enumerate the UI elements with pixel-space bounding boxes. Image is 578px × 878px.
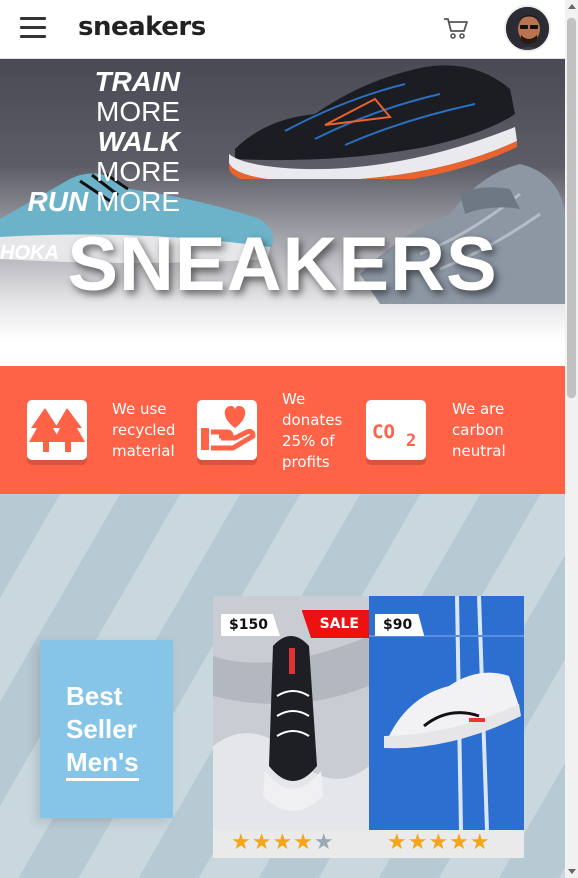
value-text-line: recycled bbox=[112, 421, 176, 439]
value-recycled: We use recycled material bbox=[26, 366, 196, 494]
product-ratings-bar: ★★★★★ ★★★★★ bbox=[213, 830, 524, 858]
value-carbon: CO 2 We are carbon neutral bbox=[366, 366, 546, 494]
star-rating-product-1: ★★★★★ bbox=[231, 830, 335, 855]
hero-banner: HOKA TRAIN MORE WALK MORE RUN MORE SNEAK… bbox=[0, 59, 565, 366]
tagline-line-3: RUN MORE bbox=[27, 186, 180, 217]
hero-tagline: TRAIN MORE WALK MORE RUN MORE bbox=[6, 67, 180, 217]
best-seller-section: Best Seller Men's $150 SALE $90 ★★★★★ ★★… bbox=[0, 494, 565, 878]
svg-text:2: 2 bbox=[406, 431, 416, 451]
value-text-line: 25% of bbox=[282, 432, 335, 450]
scroll-thumb[interactable] bbox=[567, 18, 576, 398]
value-donate: We donates 25% of profits bbox=[196, 366, 366, 494]
hero-title: SNEAKERS bbox=[67, 222, 498, 307]
tagline-line-2: WALK MORE bbox=[96, 126, 180, 187]
price-tag: $90 bbox=[375, 614, 425, 636]
svg-text:CO: CO bbox=[372, 421, 395, 443]
half-star-icon: ★ bbox=[313, 830, 335, 855]
value-text-line: donates bbox=[282, 411, 343, 429]
value-text-line: carbon bbox=[452, 421, 504, 439]
top-header: sneakers bbox=[0, 0, 565, 59]
cart-icon[interactable] bbox=[443, 16, 469, 40]
price-tag: $150 bbox=[221, 614, 280, 636]
brand-logo[interactable]: sneakers bbox=[78, 12, 206, 42]
heart-hand-icon bbox=[197, 400, 257, 460]
scroll-up-arrow-icon[interactable] bbox=[568, 4, 576, 9]
star-rating-product-2: ★★★★★ bbox=[387, 830, 491, 855]
value-text-line: We use bbox=[112, 400, 167, 418]
value-text-line: material bbox=[112, 442, 175, 460]
best-seller-line: Best bbox=[66, 681, 123, 711]
values-strip: We use recycled material We donates 25% … bbox=[0, 366, 565, 494]
sale-badge: SALE bbox=[301, 610, 369, 638]
value-text-line: profits bbox=[282, 453, 330, 471]
product-card[interactable]: $150 SALE bbox=[213, 596, 369, 830]
value-text-line: We bbox=[282, 390, 306, 408]
hamburger-menu-icon[interactable] bbox=[20, 17, 46, 39]
user-avatar[interactable] bbox=[504, 5, 551, 52]
product-card[interactable]: $90 bbox=[369, 596, 524, 830]
best-seller-category-link[interactable]: Men's bbox=[66, 747, 139, 781]
trees-icon bbox=[27, 400, 87, 460]
co2-icon: CO 2 bbox=[366, 400, 426, 460]
value-text-line: We are bbox=[452, 400, 505, 418]
best-seller-line: Seller bbox=[66, 714, 137, 744]
best-seller-card[interactable]: Best Seller Men's bbox=[40, 640, 173, 818]
value-text-line: neutral bbox=[452, 442, 506, 460]
scroll-down-arrow-icon[interactable] bbox=[568, 869, 576, 874]
tagline-line-1: TRAIN MORE bbox=[94, 66, 180, 127]
scrollbar[interactable] bbox=[565, 0, 578, 878]
